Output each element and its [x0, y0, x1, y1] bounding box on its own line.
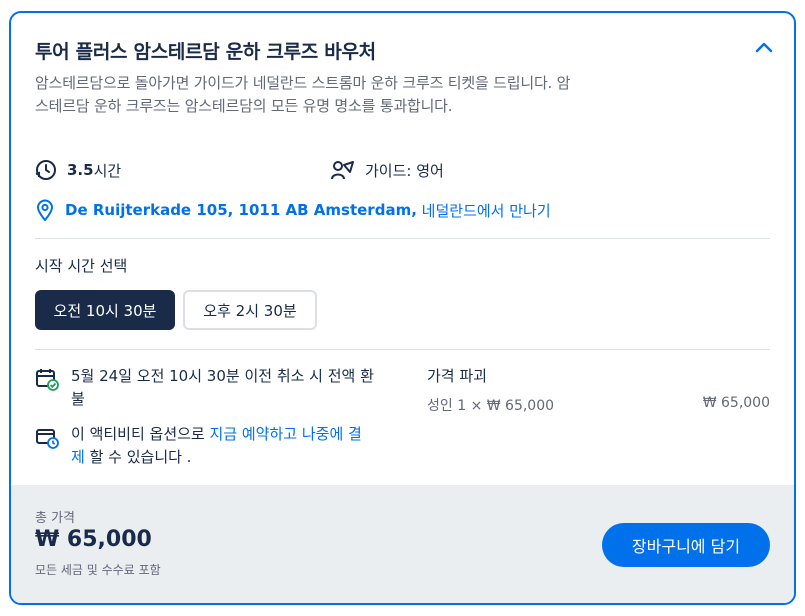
reserve-prefix: 이 액티비티 옵션으로 [71, 425, 210, 443]
divider [35, 349, 770, 350]
time-option-1430[interactable]: 오후 2시 30분 [183, 290, 317, 330]
activity-option-card: 투어 플러스 암스테르담 운하 크루즈 바우처 암스테르담으로 돌아가면 가이드… [9, 11, 796, 605]
reserve-now-pay-later: 이 액티비티 옵션으로 지금 예약하고 나중에 결제 할 수 있습니다 . [35, 423, 375, 469]
add-to-cart-button[interactable]: 장바구니에 담기 [602, 523, 770, 567]
time-option-1030[interactable]: 오전 10시 30분 [35, 290, 175, 330]
guide-info: 가이드: 영어 [331, 159, 444, 181]
card-clock-icon [36, 429, 59, 449]
clock-icon [35, 160, 56, 180]
option-description: 암스테르담으로 돌아가면 가이드가 네덜란드 스트롬마 운하 크루즈 티켓을 드… [35, 74, 571, 115]
chevron-up-icon [755, 42, 773, 53]
cancellation-policy: 5월 24일 오전 10시 30분 이전 취소 시 전액 환불 [35, 365, 375, 411]
total-price-label: 총 가격 [35, 511, 76, 526]
price-line-desc: 성인 1 × ₩ 65,000 [427, 398, 555, 414]
duration-value: 3.5 [67, 161, 94, 179]
total-price-value: ₩ 65,000 [35, 527, 152, 552]
collapse-button[interactable] [752, 35, 776, 59]
price-breakdown-line: 성인 1 × ₩ 65,000 ₩ 65,000 [427, 395, 770, 415]
meeting-text[interactable]: 네덜란드에서 만나기 [417, 200, 551, 221]
option-title: 투어 플러스 암스테르담 운하 크루즈 바우처 [35, 41, 376, 63]
map-pin-icon [36, 199, 54, 221]
reserve-suffix: 할 수 있습니다 . [84, 448, 192, 466]
total-price-note: 모든 세금 및 수수료 포함 [35, 563, 161, 577]
price-footer: 총 가격 ₩ 65,000 모든 세금 및 수수료 포함 장바구니에 담기 [11, 485, 794, 603]
meeting-address[interactable]: De Ruijterkade 105, 1011 AB Amsterdam, [65, 201, 417, 219]
price-line-total: ₩ 65,000 [702, 395, 770, 411]
cancellation-text: 5월 24일 오전 10시 30분 이전 취소 시 전액 환불 [71, 367, 374, 408]
start-time-label: 시작 시간 선택 [35, 257, 128, 275]
guide-icon [331, 161, 354, 180]
duration-info: 3.5 시간 [35, 159, 121, 181]
duration-unit: 시간 [93, 161, 122, 180]
meeting-point[interactable]: De Ruijterkade 105, 1011 AB Amsterdam, 네… [35, 199, 551, 221]
divider [35, 238, 770, 239]
calendar-check-icon [36, 369, 59, 391]
guide-language: 가이드: 영어 [365, 161, 444, 180]
price-breakdown-label: 가격 파괴 [427, 367, 487, 385]
